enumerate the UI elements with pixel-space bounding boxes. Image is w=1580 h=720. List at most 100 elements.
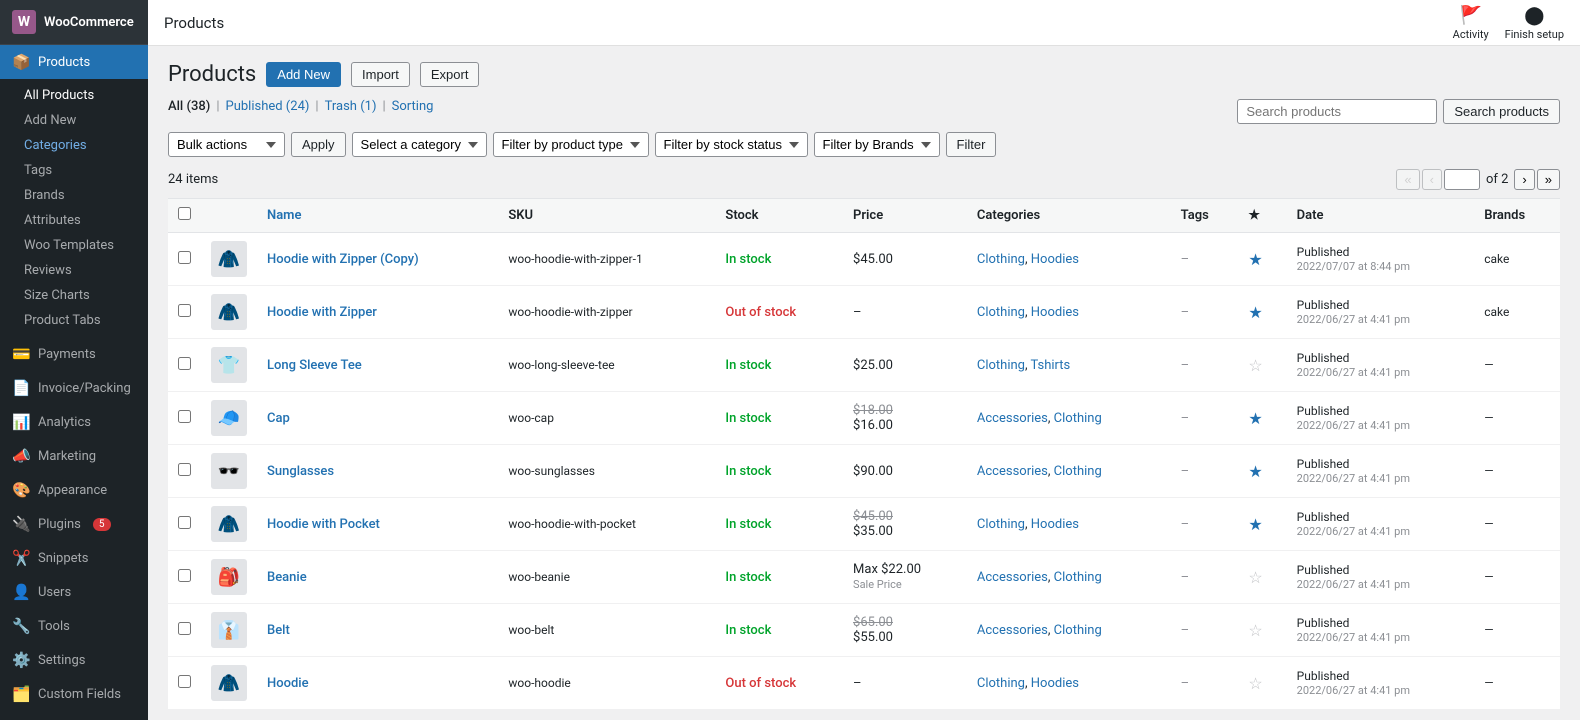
sidebar-sub-size-charts[interactable]: Size Charts bbox=[0, 283, 148, 308]
sidebar-item-custom-fields[interactable]: 🗂️ Custom Fields bbox=[0, 677, 148, 711]
tab-trash[interactable]: Trash (1) bbox=[325, 99, 377, 114]
sidebar-item-settings[interactable]: ⚙️ Settings bbox=[0, 643, 148, 677]
category-link[interactable]: Accessories bbox=[977, 464, 1048, 479]
sidebar-sub-brands[interactable]: Brands bbox=[0, 183, 148, 208]
sidebar-sub-add-new[interactable]: Add New bbox=[0, 108, 148, 133]
sidebar-sub-woo-templates[interactable]: Woo Templates bbox=[0, 233, 148, 258]
sidebar-item-users[interactable]: 👤 Users bbox=[0, 575, 148, 609]
row-checkbox[interactable] bbox=[178, 410, 191, 423]
featured-star[interactable]: ☆ bbox=[1248, 568, 1262, 587]
sidebar-item-analytics[interactable]: 📊 Analytics bbox=[0, 405, 148, 439]
row-checkbox[interactable] bbox=[178, 304, 191, 317]
product-name-link[interactable]: Hoodie with Pocket bbox=[267, 517, 380, 532]
category-link[interactable]: Clothing bbox=[1054, 570, 1102, 585]
category-link[interactable]: Clothing bbox=[977, 358, 1025, 373]
filter-button[interactable]: Filter bbox=[946, 132, 997, 157]
select-all-checkbox[interactable] bbox=[178, 207, 191, 220]
sidebar-sub-categories[interactable]: Categories bbox=[0, 133, 148, 158]
category-link[interactable]: Clothing bbox=[977, 252, 1025, 267]
col-header-name[interactable]: Name bbox=[257, 199, 498, 233]
add-new-button[interactable]: Add New bbox=[266, 62, 341, 87]
pagination-first[interactable]: « bbox=[1396, 169, 1419, 190]
category-link[interactable]: Hoodies bbox=[1031, 676, 1079, 691]
row-checkbox[interactable] bbox=[178, 251, 191, 264]
sidebar-item-marketing[interactable]: 📣 Marketing bbox=[0, 439, 148, 473]
date-status: Published2022/07/07 at 8:44 pm bbox=[1297, 245, 1465, 273]
product-name-link[interactable]: Hoodie with Zipper bbox=[267, 305, 377, 320]
sidebar-item-tools[interactable]: 🔧 Tools bbox=[0, 609, 148, 643]
row-checkbox[interactable] bbox=[178, 516, 191, 529]
featured-star[interactable]: ★ bbox=[1248, 250, 1262, 269]
sidebar-sub-product-tabs[interactable]: Product Tabs bbox=[0, 308, 148, 333]
product-name-link[interactable]: Hoodie bbox=[267, 676, 309, 691]
sidebar-item-appearance[interactable]: 🎨 Appearance bbox=[0, 473, 148, 507]
featured-star[interactable]: ★ bbox=[1248, 409, 1262, 428]
sidebar-item-payments[interactable]: 💳 Payments bbox=[0, 337, 148, 371]
product-name-link[interactable]: Cap bbox=[267, 411, 290, 426]
category-link[interactable]: Tshirts bbox=[1031, 358, 1071, 373]
sidebar-sub-tags[interactable]: Tags bbox=[0, 158, 148, 183]
product-name-link[interactable]: Beanie bbox=[267, 570, 307, 585]
category-link[interactable]: Hoodies bbox=[1031, 252, 1079, 267]
row-checkbox[interactable] bbox=[178, 357, 191, 370]
row-checkbox[interactable] bbox=[178, 463, 191, 476]
pagination-current[interactable]: 1 bbox=[1444, 169, 1480, 190]
search-button[interactable]: Search products bbox=[1443, 99, 1560, 124]
brands-filter[interactable]: Filter by Brands bbox=[814, 132, 940, 157]
row-checkbox[interactable] bbox=[178, 569, 191, 582]
category-link[interactable]: Accessories bbox=[977, 623, 1048, 638]
sidebar-item-snippets[interactable]: ✂️ Snippets bbox=[0, 541, 148, 575]
product-name-link[interactable]: Long Sleeve Tee bbox=[267, 358, 362, 373]
row-sku-cell: woo-long-sleeve-tee bbox=[498, 339, 715, 392]
pagination-prev[interactable]: ‹ bbox=[1422, 169, 1442, 190]
product-name-link[interactable]: Belt bbox=[267, 623, 290, 638]
category-link[interactable]: Clothing bbox=[1054, 464, 1102, 479]
row-name-cell: Hoodie with Pocket bbox=[257, 498, 498, 551]
tab-sorting[interactable]: Sorting bbox=[392, 99, 434, 114]
category-link[interactable]: Clothing bbox=[1054, 411, 1102, 426]
featured-star[interactable]: ☆ bbox=[1248, 356, 1262, 375]
category-link[interactable]: Hoodies bbox=[1031, 517, 1079, 532]
pagination-next[interactable]: › bbox=[1514, 169, 1534, 190]
category-link[interactable]: Clothing bbox=[977, 517, 1025, 532]
sidebar-item-plugins[interactable]: 🔌 Plugins 5 bbox=[0, 507, 148, 541]
sidebar-sub-reviews[interactable]: Reviews bbox=[0, 258, 148, 283]
row-tags-cell: – bbox=[1171, 498, 1239, 551]
category-link[interactable]: Accessories bbox=[977, 570, 1048, 585]
category-filter[interactable]: Select a category bbox=[352, 132, 487, 157]
pagination-last[interactable]: » bbox=[1537, 169, 1560, 190]
product-sku: woo-sunglasses bbox=[508, 464, 595, 478]
tab-published[interactable]: Published (24) bbox=[226, 99, 310, 114]
featured-star[interactable]: ★ bbox=[1248, 303, 1262, 322]
export-button[interactable]: Export bbox=[420, 62, 480, 87]
import-button[interactable]: Import bbox=[351, 62, 410, 87]
row-checkbox[interactable] bbox=[178, 675, 191, 688]
sidebar-sub-attributes[interactable]: Attributes bbox=[0, 208, 148, 233]
featured-star[interactable]: ☆ bbox=[1248, 621, 1262, 640]
finish-setup-button[interactable]: ⬤ Finish setup bbox=[1505, 5, 1564, 41]
stock-status-filter[interactable]: Filter by stock status bbox=[655, 132, 808, 157]
featured-star[interactable]: ☆ bbox=[1248, 674, 1262, 693]
sidebar-item-products[interactable]: 📦 Products bbox=[0, 45, 148, 79]
category-link[interactable]: Hoodies bbox=[1031, 305, 1079, 320]
product-type-filter[interactable]: Filter by product type bbox=[493, 132, 649, 157]
activity-button[interactable]: 🚩 Activity bbox=[1453, 5, 1489, 41]
search-input[interactable] bbox=[1237, 99, 1437, 124]
product-name-link[interactable]: Hoodie with Zipper (Copy) bbox=[267, 252, 419, 267]
product-name-link[interactable]: Sunglasses bbox=[267, 464, 334, 479]
row-checkbox[interactable] bbox=[178, 622, 191, 635]
category-link[interactable]: Clothing bbox=[1054, 623, 1102, 638]
featured-star[interactable]: ★ bbox=[1248, 515, 1262, 534]
bulk-actions-select[interactable]: Bulk actions Edit Move to Trash Duplicat… bbox=[168, 132, 285, 157]
tab-all[interactable]: All (38) bbox=[168, 99, 210, 114]
apply-button[interactable]: Apply bbox=[291, 132, 346, 157]
topbar: Products 🚩 Activity ⬤ Finish setup bbox=[148, 0, 1580, 46]
category-link[interactable]: Accessories bbox=[977, 411, 1048, 426]
category-link[interactable]: Clothing bbox=[977, 305, 1025, 320]
date-value: 2022/07/07 at 8:44 pm bbox=[1297, 260, 1410, 273]
sidebar-logo[interactable]: W WooCommerce bbox=[0, 0, 148, 45]
category-link[interactable]: Clothing bbox=[977, 676, 1025, 691]
sidebar-sub-all-products[interactable]: All Products bbox=[0, 83, 148, 108]
featured-star[interactable]: ★ bbox=[1248, 462, 1262, 481]
sidebar-item-invoice[interactable]: 📄 Invoice/Packing bbox=[0, 371, 148, 405]
